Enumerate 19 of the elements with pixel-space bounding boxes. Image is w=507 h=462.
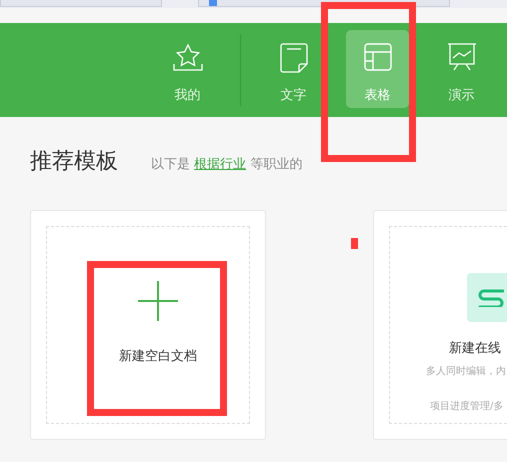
- template-card[interactable]: 新建空白文档: [30, 210, 266, 440]
- document-icon: [280, 43, 308, 73]
- presentation-board-icon: [446, 43, 476, 73]
- section-subtitle: 以下是 根据行业 等职业的: [151, 156, 302, 173]
- favicon-icon: [209, 0, 217, 6]
- card-note: 项目进度管理/多: [430, 400, 504, 413]
- nav-tab[interactable]: 文字: [262, 30, 325, 108]
- star-tray-icon: [172, 43, 202, 73]
- plus-icon: [138, 281, 178, 321]
- section-title: 推荐模板: [30, 148, 118, 176]
- card-title: 新建在线: [449, 340, 501, 357]
- nav-tab[interactable]: 表格: [346, 30, 409, 108]
- new-blank-document-label: 新建空白文档: [119, 348, 197, 365]
- table-icon: [364, 43, 392, 73]
- card-description: 多人同时编辑，内: [426, 364, 506, 378]
- template-card[interactable]: 新建在线 多人同时编辑，内 项目进度管理/多: [373, 210, 507, 440]
- nav-tab[interactable]: 演示: [430, 30, 493, 108]
- nav-tab[interactable]: 我的: [156, 30, 219, 108]
- industry-link[interactable]: 根据行业: [194, 157, 246, 172]
